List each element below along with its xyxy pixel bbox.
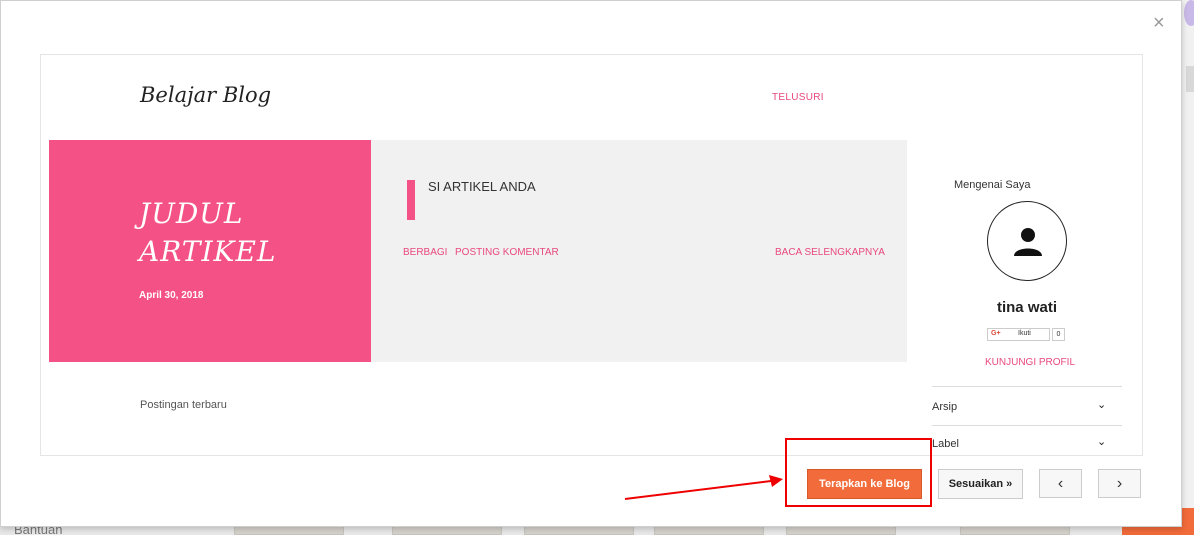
blog-title: Belajar Blog (140, 83, 272, 107)
divider (932, 386, 1122, 387)
comment-link[interactable]: POSTING KOMENTAR (455, 247, 559, 258)
visit-profile-link[interactable]: KUNJUNGI PROFIL (985, 357, 1075, 368)
post-hero: JUDUL ARTIKEL April 30, 2018 (49, 140, 371, 362)
customize-button[interactable]: Sesuaikan » (938, 469, 1023, 499)
profile-avatar (987, 201, 1067, 281)
close-icon[interactable]: × (1153, 13, 1165, 33)
divider (932, 425, 1122, 426)
post-body: SI ARTIKEL ANDA BERBAGI POSTING KOMENTAR… (371, 140, 907, 362)
pointer-arrow-icon (624, 475, 783, 500)
post-title: JUDUL ARTIKEL (139, 197, 277, 268)
gplus-follow-button[interactable]: G+ Ikuti (987, 328, 1050, 341)
about-heading: Mengenai Saya (954, 179, 1031, 191)
post-date: April 30, 2018 (139, 290, 204, 301)
read-more-link[interactable]: BACA SELENGKAPNYA (775, 247, 885, 258)
blog-preview: Belajar Blog TELUSURI JUDUL ARTIKEL Apri… (40, 54, 1143, 456)
account-avatar[interactable] (1184, 0, 1194, 26)
chevron-left-icon[interactable]: ‹ (1039, 469, 1082, 498)
archive-toggle[interactable]: Arsip (932, 401, 957, 413)
person-icon (1014, 228, 1042, 256)
profile-name: tina wati (996, 299, 1057, 316)
gplus-icon: G+ (991, 330, 1001, 337)
follow-label: Ikuti (1018, 330, 1031, 337)
theme-preview-dialog: × Belajar Blog TELUSURI JUDUL ARTIKEL Ap… (0, 0, 1182, 527)
background-panel-edge (1186, 66, 1194, 92)
chevron-right-icon[interactable]: › (1098, 469, 1141, 498)
apply-to-blog-button[interactable]: Terapkan ke Blog (807, 469, 922, 499)
recent-posts-label: Postingan terbaru (140, 399, 227, 411)
nav-telusuri-link[interactable]: TELUSURI (772, 92, 824, 103)
accent-bar (407, 180, 415, 220)
chevron-down-icon[interactable]: ⌄ (1097, 398, 1106, 411)
post-snippet: SI ARTIKEL ANDA (428, 179, 536, 194)
follow-count: 0 (1052, 328, 1065, 341)
chevron-down-icon[interactable]: ⌄ (1097, 435, 1106, 448)
share-link[interactable]: BERBAGI (403, 247, 447, 258)
label-toggle[interactable]: Label (932, 438, 959, 450)
